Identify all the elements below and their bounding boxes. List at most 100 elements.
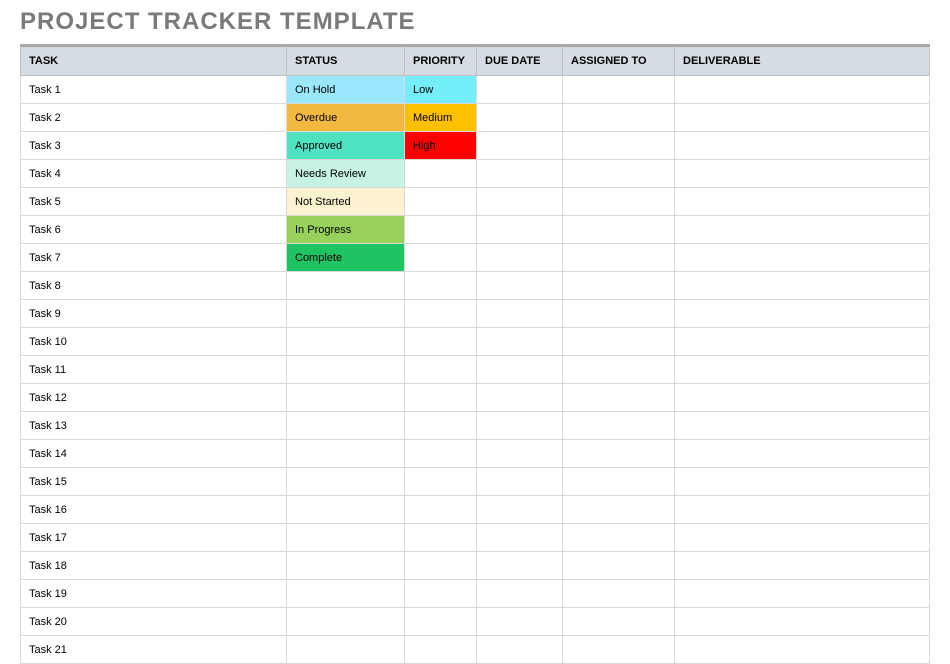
cell-priority[interactable] [405,580,477,608]
cell-assigned[interactable] [563,356,675,384]
cell-assigned[interactable] [563,300,675,328]
cell-deliverable[interactable] [675,608,930,636]
cell-status[interactable]: In Progress [287,216,405,244]
cell-assigned[interactable] [563,272,675,300]
cell-deliverable[interactable] [675,636,930,664]
cell-assigned[interactable] [563,160,675,188]
cell-status[interactable] [287,412,405,440]
cell-priority[interactable]: Low [405,76,477,104]
cell-assigned[interactable] [563,328,675,356]
cell-status[interactable]: On Hold [287,76,405,104]
cell-assigned[interactable] [563,216,675,244]
cell-assigned[interactable] [563,608,675,636]
cell-assigned[interactable] [563,188,675,216]
cell-deliverable[interactable] [675,272,930,300]
cell-status[interactable] [287,272,405,300]
cell-assigned[interactable] [563,468,675,496]
cell-task[interactable]: Task 3 [21,132,287,160]
cell-deliverable[interactable] [675,160,930,188]
cell-due[interactable] [477,104,563,132]
cell-priority[interactable] [405,608,477,636]
cell-assigned[interactable] [563,76,675,104]
cell-deliverable[interactable] [675,300,930,328]
cell-deliverable[interactable] [675,384,930,412]
cell-task[interactable]: Task 14 [21,440,287,468]
cell-task[interactable]: Task 4 [21,160,287,188]
cell-due[interactable] [477,132,563,160]
cell-priority[interactable] [405,188,477,216]
cell-task[interactable]: Task 10 [21,328,287,356]
cell-due[interactable] [477,440,563,468]
cell-assigned[interactable] [563,552,675,580]
cell-task[interactable]: Task 1 [21,76,287,104]
cell-deliverable[interactable] [675,468,930,496]
cell-deliverable[interactable] [675,356,930,384]
cell-status[interactable] [287,468,405,496]
cell-task[interactable]: Task 19 [21,580,287,608]
cell-due[interactable] [477,412,563,440]
cell-assigned[interactable] [563,132,675,160]
cell-priority[interactable] [405,272,477,300]
cell-due[interactable] [477,608,563,636]
cell-deliverable[interactable] [675,188,930,216]
cell-priority[interactable] [405,412,477,440]
cell-status[interactable] [287,552,405,580]
cell-due[interactable] [477,468,563,496]
cell-task[interactable]: Task 16 [21,496,287,524]
cell-due[interactable] [477,552,563,580]
cell-deliverable[interactable] [675,524,930,552]
cell-status[interactable] [287,496,405,524]
cell-priority[interactable]: Medium [405,104,477,132]
cell-assigned[interactable] [563,580,675,608]
cell-assigned[interactable] [563,440,675,468]
cell-task[interactable]: Task 17 [21,524,287,552]
cell-assigned[interactable] [563,104,675,132]
cell-priority[interactable] [405,160,477,188]
cell-status[interactable]: Complete [287,244,405,272]
cell-assigned[interactable] [563,244,675,272]
cell-due[interactable] [477,636,563,664]
cell-task[interactable]: Task 20 [21,608,287,636]
cell-assigned[interactable] [563,384,675,412]
cell-priority[interactable] [405,328,477,356]
cell-priority[interactable] [405,636,477,664]
cell-due[interactable] [477,244,563,272]
cell-deliverable[interactable] [675,580,930,608]
cell-priority[interactable] [405,496,477,524]
cell-deliverable[interactable] [675,244,930,272]
cell-deliverable[interactable] [675,216,930,244]
cell-due[interactable] [477,272,563,300]
cell-task[interactable]: Task 12 [21,384,287,412]
cell-task[interactable]: Task 11 [21,356,287,384]
cell-status[interactable] [287,384,405,412]
cell-priority[interactable] [405,524,477,552]
cell-status[interactable] [287,356,405,384]
cell-due[interactable] [477,524,563,552]
cell-task[interactable]: Task 5 [21,188,287,216]
cell-status[interactable] [287,440,405,468]
cell-assigned[interactable] [563,412,675,440]
cell-due[interactable] [477,216,563,244]
cell-task[interactable]: Task 6 [21,216,287,244]
cell-status[interactable] [287,524,405,552]
cell-status[interactable]: Approved [287,132,405,160]
cell-assigned[interactable] [563,524,675,552]
cell-due[interactable] [477,160,563,188]
cell-priority[interactable]: High [405,132,477,160]
cell-priority[interactable] [405,552,477,580]
cell-task[interactable]: Task 21 [21,636,287,664]
cell-due[interactable] [477,580,563,608]
cell-due[interactable] [477,188,563,216]
cell-task[interactable]: Task 13 [21,412,287,440]
cell-deliverable[interactable] [675,412,930,440]
cell-status[interactable] [287,300,405,328]
cell-task[interactable]: Task 7 [21,244,287,272]
cell-status[interactable] [287,328,405,356]
cell-priority[interactable] [405,468,477,496]
cell-deliverable[interactable] [675,552,930,580]
cell-due[interactable] [477,496,563,524]
cell-deliverable[interactable] [675,328,930,356]
cell-status[interactable] [287,636,405,664]
cell-priority[interactable] [405,216,477,244]
cell-due[interactable] [477,76,563,104]
